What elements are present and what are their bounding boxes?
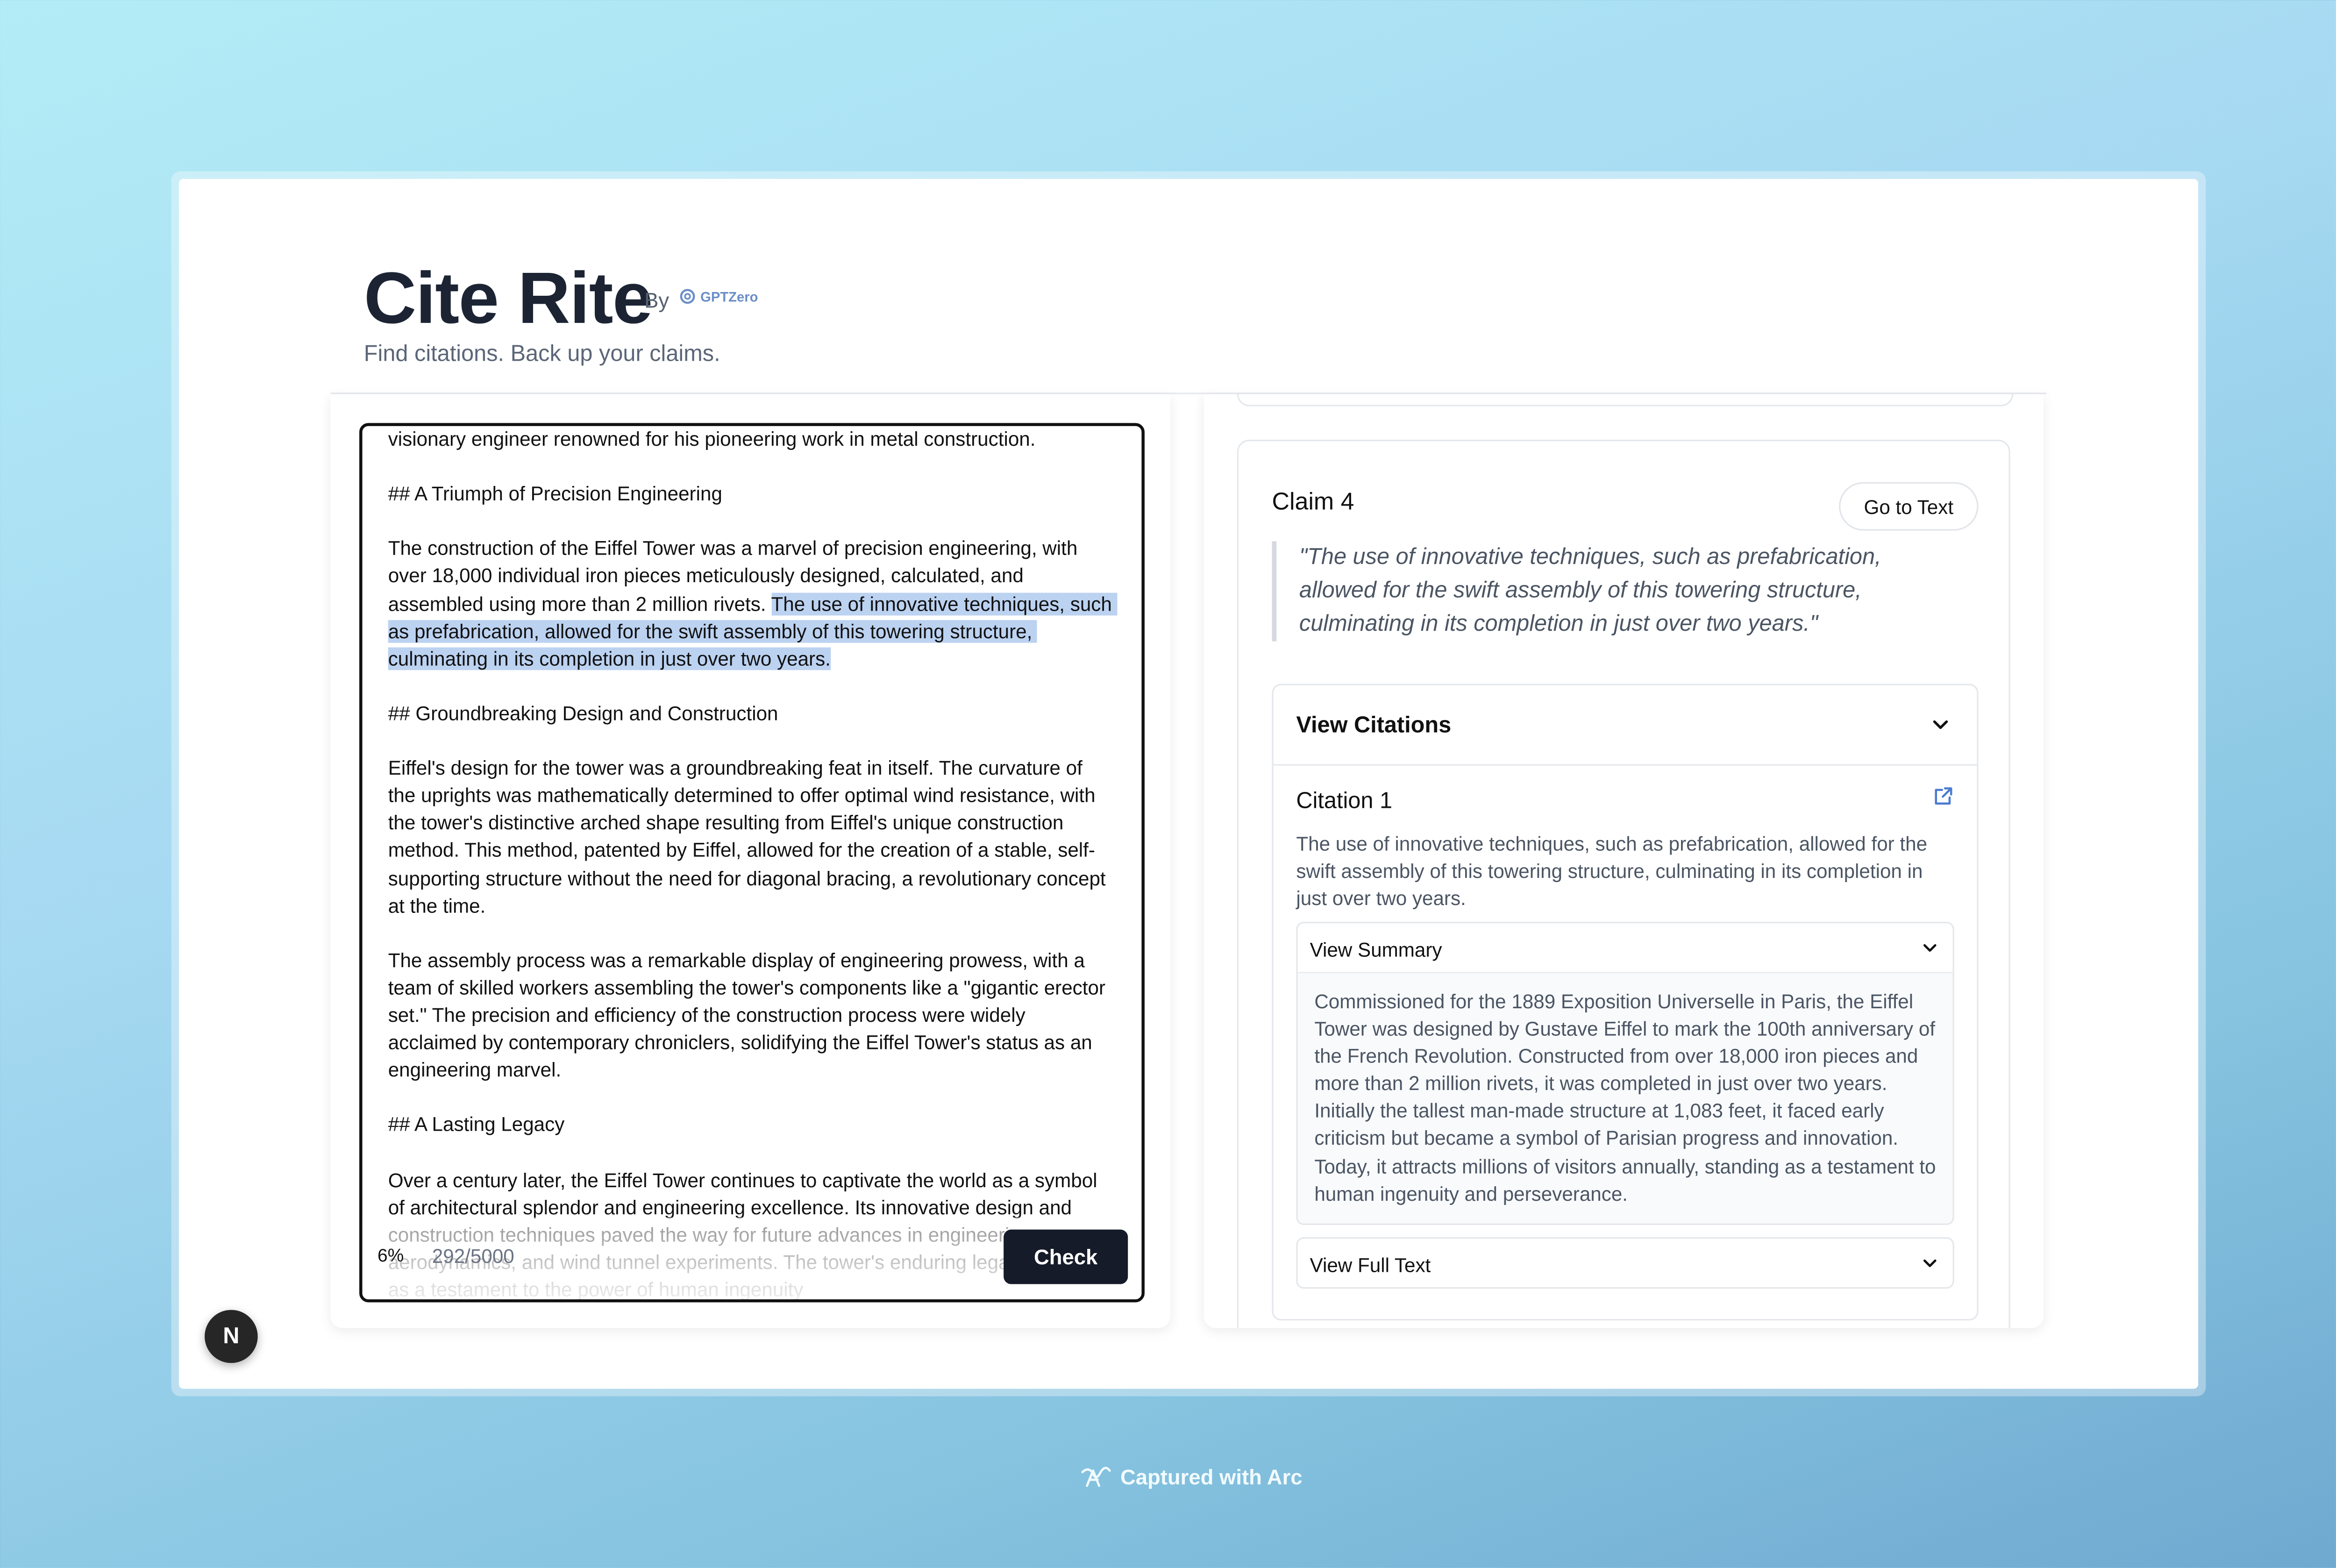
arc-capture-caption: Captured with Arc: [1079, 1463, 1303, 1490]
page-title: Cite Rite: [363, 259, 653, 340]
gptzero-wordmark: GPTZero: [700, 289, 758, 304]
check-button[interactable]: Check: [1004, 1229, 1128, 1284]
character-count: 292/5000: [432, 1245, 514, 1268]
view-summary-toggle[interactable]: View Summary: [1297, 923, 1953, 974]
editor-text-after: ## Groundbreaking Design and Constructio…: [388, 702, 1106, 1299]
arc-logo-icon: [1081, 1467, 1111, 1487]
citation-summary: Commissioned for the 1889 Exposition Uni…: [1314, 990, 1936, 1205]
external-link-icon[interactable]: [1933, 785, 1954, 806]
screenshot-stage: Cite Rite By GPTZero Find citations. Bac…: [0, 0, 2336, 1568]
view-summary-panel: View Summary Commissioned for the 1889 E…: [1296, 921, 1954, 1225]
claims-panel[interactable]: Claim 4 Go to Text "The use of innovativ…: [1204, 394, 2044, 1328]
gptzero-brand[interactable]: GPTZero: [679, 288, 758, 305]
detection-percent: 6%: [377, 1245, 404, 1266]
editor-text-before: visionary engineer renowned for his pion…: [388, 428, 1078, 615]
claim-card: Claim 4 Go to Text "The use of innovativ…: [1237, 440, 2010, 1328]
citations-box: View Citations Citation 1 The use of inn…: [1272, 684, 1979, 1321]
go-to-text-button[interactable]: Go to Text: [1839, 482, 1979, 531]
by-label: By: [644, 288, 669, 313]
text-editor[interactable]: visionary engineer renowned for his pion…: [359, 423, 1145, 1303]
nextjs-badge[interactable]: N: [205, 1310, 258, 1363]
view-full-text-toggle[interactable]: View Full Text: [1296, 1237, 1954, 1289]
chevron-down-icon: [1923, 1259, 1937, 1267]
chevron-down-icon: [1923, 944, 1937, 952]
gptzero-logo-icon: [680, 289, 695, 304]
citation-title: Citation 1: [1296, 788, 1393, 814]
arc-caption-text: Captured with Arc: [1120, 1464, 1303, 1489]
citation-text: The use of innovative techniques, such a…: [1296, 832, 1928, 910]
view-summary-label: View Summary: [1310, 938, 1442, 962]
previous-claim-card: [1237, 394, 2014, 406]
chevron-down-icon: [1933, 720, 1948, 729]
view-citations-label: View Citations: [1296, 713, 1452, 739]
view-full-text-label: View Full Text: [1310, 1254, 1431, 1277]
editor-card: visionary engineer renowned for his pion…: [330, 394, 1171, 1328]
editor-text[interactable]: visionary engineer renowned for his pion…: [388, 426, 1118, 1299]
app-window: Cite Rite By GPTZero Find citations. Bac…: [178, 178, 2199, 1389]
claim-title: Claim 4: [1272, 490, 1354, 516]
page-subtitle: Find citations. Back up your claims.: [363, 341, 720, 367]
view-citations-toggle[interactable]: View Citations: [1273, 685, 1977, 766]
claim-quote: "The use of innovative techniques, such …: [1272, 541, 1936, 641]
